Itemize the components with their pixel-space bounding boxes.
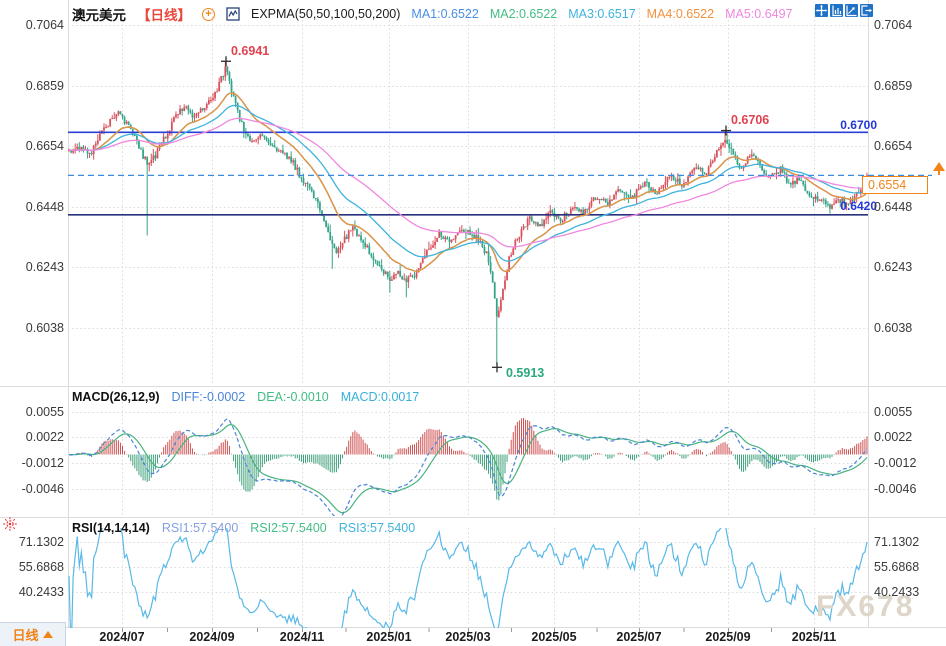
- trading-chart-window: 澳元美元 【日线】 + EXPMA(50,50,100,50,200) MA1:…: [0, 0, 946, 646]
- x-axis-date-label: 2025/03: [436, 630, 500, 644]
- main-chart-header: 澳元美元 【日线】 + EXPMA(50,50,100,50,200) MA1:…: [72, 4, 793, 24]
- y-axis-label-right: 0.6859: [874, 78, 940, 94]
- period-selector-badge[interactable]: 日线: [0, 622, 66, 646]
- y-axis-label-left: 0.6038: [2, 320, 64, 336]
- price-chart-canvas[interactable]: [0, 0, 946, 646]
- y-axis-label-right: 0.6448: [874, 199, 940, 215]
- y-axis-label-left: 0.0022: [2, 429, 64, 445]
- y-axis-label-left: -0.0012: [2, 455, 64, 471]
- y-axis-label-left: 55.6868: [2, 559, 64, 575]
- chart-toolbar: [815, 4, 873, 17]
- time-axis-icon[interactable]: [845, 4, 858, 17]
- ma5-value: MA5:0.6497: [725, 7, 792, 21]
- macd-title[interactable]: MACD(26,12,9): [72, 390, 160, 404]
- y-axis-label-left: 0.0055: [2, 404, 64, 420]
- swing-high-annotation: 0.6941: [231, 44, 269, 58]
- period-badge-up-triangle-icon: [43, 631, 53, 638]
- timeframe-label[interactable]: 【日线】: [137, 4, 191, 24]
- y-axis-label-left: 0.6654: [2, 138, 64, 154]
- rsi3-value: RSI3:57.5400: [339, 521, 415, 535]
- price-axis-icon[interactable]: [830, 4, 843, 17]
- y-axis-label-left: 0.6448: [2, 199, 64, 215]
- symbol-title: 澳元美元: [72, 4, 126, 24]
- y-axis-label-right: 0.7064: [874, 17, 940, 33]
- indicator-title[interactable]: EXPMA(50,50,100,50,200): [251, 7, 400, 21]
- pan-crosshair-icon[interactable]: [815, 4, 828, 17]
- y-axis-label-left: 0.7064: [2, 17, 64, 33]
- y-axis-label-left: 40.2433: [2, 584, 64, 600]
- x-axis-date-label: 2024/09: [180, 630, 244, 644]
- add-indicator-icon[interactable]: +: [202, 8, 215, 21]
- y-axis-label-left: 71.1302: [2, 534, 64, 550]
- support-level-label[interactable]: 0.6420: [820, 199, 877, 213]
- macd-panel-header: MACD(26,12,9) DIFF:-0.0002 DEA:-0.0010 M…: [72, 390, 419, 404]
- x-axis-date-label: 2025/01: [357, 630, 421, 644]
- x-axis-date-label: 2024/07: [90, 630, 154, 644]
- last-price-arrow-stem: [938, 171, 940, 175]
- macd-dea-value: DEA:-0.0010: [257, 390, 329, 404]
- macd-hist-value: MACD:0.0017: [341, 390, 420, 404]
- x-axis-date-label: 2024/11: [270, 630, 334, 644]
- resistance-level-label[interactable]: 0.6700: [820, 118, 877, 132]
- y-axis-label-right: 40.2433: [874, 584, 940, 600]
- y-axis-label-right: 0.6654: [874, 138, 940, 154]
- ma2-value: MA2:0.6522: [490, 7, 557, 21]
- swing-low-annotation: 0.5913: [506, 366, 544, 380]
- y-axis-label-left: -0.0046: [2, 481, 64, 497]
- x-axis-date-label: 2025/05: [522, 630, 586, 644]
- x-axis-date-label: 2025/11: [782, 630, 846, 644]
- y-axis-label-right: 0.6243: [874, 259, 940, 275]
- chart-type-icon[interactable]: [226, 7, 240, 21]
- x-axis-date-label: 2025/09: [696, 630, 760, 644]
- rsi-title[interactable]: RSI(14,14,14): [72, 521, 150, 535]
- y-axis-label-right: -0.0012: [874, 455, 940, 471]
- y-axis-label-right: 71.1302: [874, 534, 940, 550]
- rsi-panel-header: RSI(14,14,14) RSI1:57.5400 RSI2:57.5400 …: [72, 521, 415, 535]
- y-axis-label-right: 0.0055: [874, 404, 940, 420]
- ma4-value: MA4:0.6522: [647, 7, 714, 21]
- y-axis-label-right: 0.6038: [874, 320, 940, 336]
- macd-diff-value: DIFF:-0.0002: [172, 390, 246, 404]
- y-axis-label-left: 0.6243: [2, 259, 64, 275]
- ma3-value: MA3:0.6517: [568, 7, 635, 21]
- rsi2-value: RSI2:57.5400: [250, 521, 326, 535]
- detach-window-icon[interactable]: [860, 4, 873, 17]
- x-axis-date-label: 2025/07: [607, 630, 671, 644]
- rsi1-value: RSI1:57.5400: [162, 521, 238, 535]
- ma1-value: MA1:0.6522: [411, 7, 478, 21]
- y-axis-label-left: 0.6859: [2, 78, 64, 94]
- y-axis-label-right: 0.0022: [874, 429, 940, 445]
- y-axis-label-right: -0.0046: [874, 481, 940, 497]
- last-price-arrow-icon: [933, 162, 945, 171]
- y-axis-label-right: 55.6868: [874, 559, 940, 575]
- swing-high-2025-annotation: 0.6706: [731, 113, 769, 127]
- last-price-tag: 0.6554: [862, 176, 928, 194]
- period-badge-label: 日线: [12, 625, 38, 644]
